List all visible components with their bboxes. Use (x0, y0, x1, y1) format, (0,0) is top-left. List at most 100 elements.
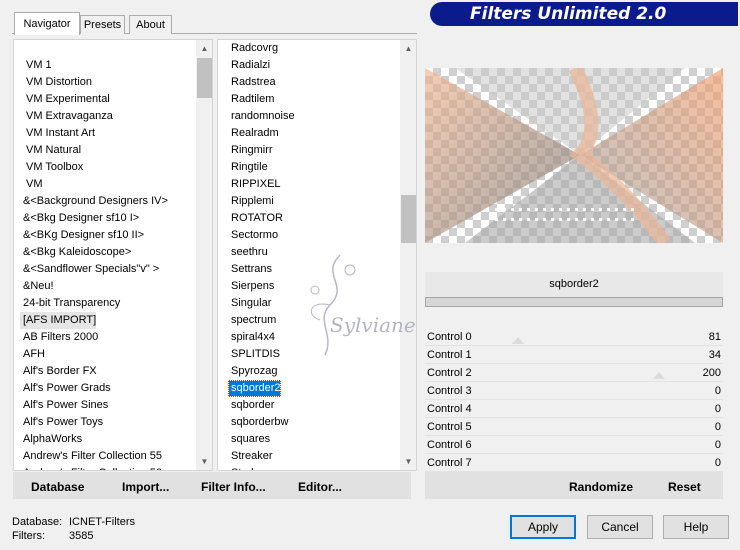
category-item[interactable]: Alf's Power Grads (20, 380, 111, 397)
category-item[interactable]: &<BKg Designer sf10 II> (20, 227, 144, 244)
filter-item[interactable]: Singular (228, 295, 271, 312)
category-item[interactable]: 24-bit Transparency (20, 295, 120, 312)
category-item[interactable]: VM 1 (23, 57, 52, 74)
category-item[interactable]: AFH (20, 346, 45, 363)
control-row[interactable]: Control 2 200 (425, 364, 723, 382)
category-scroll-thumb[interactable] (197, 58, 212, 98)
control-row[interactable]: Control 5 0 (425, 418, 723, 436)
scroll-down-icon[interactable]: ▼ (400, 453, 416, 470)
category-item[interactable]: &<Background Designers IV> (20, 193, 168, 210)
filter-item[interactable]: Radstrea (228, 74, 276, 91)
reset-button[interactable]: Reset (668, 480, 701, 494)
filter-item[interactable]: seethru (228, 244, 268, 261)
control-label: Control 7 (427, 457, 472, 469)
database-button[interactable]: Database (31, 480, 84, 494)
import-button[interactable]: Import... (122, 480, 169, 494)
control-label: Control 4 (427, 403, 472, 415)
control-row[interactable]: Control 6 0 (425, 436, 723, 454)
category-item[interactable]: AB Filters 2000 (20, 329, 98, 346)
filter-item[interactable]: spiral4x4 (228, 329, 275, 346)
scroll-up-icon[interactable]: ▲ (196, 40, 212, 57)
category-item[interactable]: Alf's Border FX (20, 363, 97, 380)
control-value: 0 (714, 457, 721, 469)
control-row[interactable]: Control 1 34 (425, 346, 723, 364)
filter-progress-bar (425, 297, 723, 307)
filter-item[interactable]: Radtilem (228, 91, 274, 108)
randomize-button[interactable]: Randomize (569, 480, 633, 494)
control-row[interactable]: Control 7 0 (425, 454, 723, 472)
filter-scroll-thumb[interactable] (401, 195, 416, 243)
tab-presets[interactable]: Presets (80, 15, 125, 34)
tab-navigator[interactable]: Navigator (14, 12, 80, 35)
control-row[interactable]: Control 0 81 (425, 328, 723, 346)
tab-about[interactable]: About (129, 15, 172, 34)
left-toolbar: Database Import... Filter Info... Editor… (13, 472, 411, 499)
filter-item[interactable]: spectrum (228, 312, 276, 329)
app-title: Filters Unlimited 2.0 (470, 4, 667, 24)
category-item[interactable]: AlphaWorks (20, 431, 82, 448)
category-item[interactable]: VM Extravaganza (23, 108, 113, 125)
category-item[interactable]: VM Experimental (23, 91, 110, 108)
control-value: 0 (714, 421, 721, 433)
control-label: Control 6 (427, 439, 472, 451)
filter-item[interactable]: sqborder2 (228, 380, 281, 397)
filter-item[interactable]: Spyrozag (228, 363, 277, 380)
filter-item[interactable]: randomnoise (228, 108, 295, 125)
category-item[interactable]: VM Toolbox (23, 159, 83, 176)
category-item[interactable]: [AFS IMPORT] (20, 312, 97, 329)
filter-item[interactable]: Ringmirr (228, 142, 273, 159)
category-item[interactable]: &<Sandflower Specials"v" > (20, 261, 159, 278)
filter-item[interactable]: squares (228, 431, 270, 448)
filter-item[interactable]: Ripplemi (228, 193, 274, 210)
category-item[interactable]: VM Distortion (23, 74, 92, 91)
control-label: Control 1 (427, 349, 472, 361)
filter-item[interactable]: Realradm (228, 125, 279, 142)
help-button[interactable]: Help (663, 515, 729, 539)
apply-button[interactable]: Apply (510, 515, 576, 539)
scroll-up-icon[interactable]: ▲ (400, 40, 416, 57)
editor-button[interactable]: Editor... (298, 480, 342, 494)
filter-item[interactable]: Sierpens (228, 278, 274, 295)
category-item[interactable]: Alf's Power Sines (20, 397, 108, 414)
control-label: Control 0 (427, 331, 472, 343)
filter-item[interactable]: Ringtile (228, 159, 268, 176)
category-item[interactable]: Andrew's Filter Collection 56 (20, 465, 162, 470)
category-item[interactable]: Alf's Power Toys (20, 414, 103, 431)
control-value: 0 (714, 385, 721, 397)
filter-item[interactable]: RIPPIXEL (228, 176, 281, 193)
control-0-slider-thumb[interactable] (512, 337, 524, 344)
filter-item[interactable]: Streaker (228, 448, 273, 465)
control-row[interactable]: Control 3 0 (425, 382, 723, 400)
category-item[interactable]: VM Natural (23, 142, 81, 159)
control-2-slider-thumb[interactable] (653, 372, 665, 379)
database-value: ICNET-Filters (69, 516, 135, 528)
control-value: 34 (708, 349, 721, 361)
filter-item[interactable]: Strokes (228, 465, 268, 470)
filter-item[interactable]: sqborderbw (228, 414, 288, 431)
filter-item[interactable]: Settrans (228, 261, 272, 278)
filter-item[interactable]: ROTATOR (228, 210, 283, 227)
cancel-button[interactable]: Cancel (587, 515, 653, 539)
control-label: Control 3 (427, 385, 472, 397)
scroll-down-icon[interactable]: ▼ (196, 453, 212, 470)
control-row[interactable]: Control 4 0 (425, 400, 723, 418)
category-item[interactable]: &<Bkg Designer sf10 I> (20, 210, 139, 227)
filter-item[interactable]: SPLITDIS (228, 346, 280, 363)
category-item[interactable]: VM Instant Art (23, 125, 95, 142)
category-item[interactable]: VM (23, 176, 43, 193)
category-scrollbar[interactable]: ▲ ▼ (196, 40, 212, 470)
filter-item[interactable]: Radcovrg (228, 40, 278, 57)
category-item[interactable]: Andrew's Filter Collection 55 (20, 448, 162, 465)
right-toolbar: Randomize Reset (425, 472, 723, 499)
filter-list[interactable]: Radcovrg Radialzi Radstrea Radtilem randomno… (217, 39, 417, 471)
control-value: 0 (714, 439, 721, 451)
filter-scrollbar[interactable]: ▲ ▼ (400, 40, 416, 470)
filter-item[interactable]: Sectormo (228, 227, 278, 244)
category-item[interactable]: &<Bkg Kaleidoscope> (20, 244, 131, 261)
control-value: 81 (708, 331, 721, 343)
filter-info-button[interactable]: Filter Info... (201, 480, 266, 494)
filter-item[interactable]: Radialzi (228, 57, 270, 74)
category-item[interactable]: &Neu! (20, 278, 54, 295)
category-list[interactable]: VM 1 VM Distortion VM Experimental VM Extra… (13, 39, 213, 471)
filter-item[interactable]: sqborder (228, 397, 274, 414)
